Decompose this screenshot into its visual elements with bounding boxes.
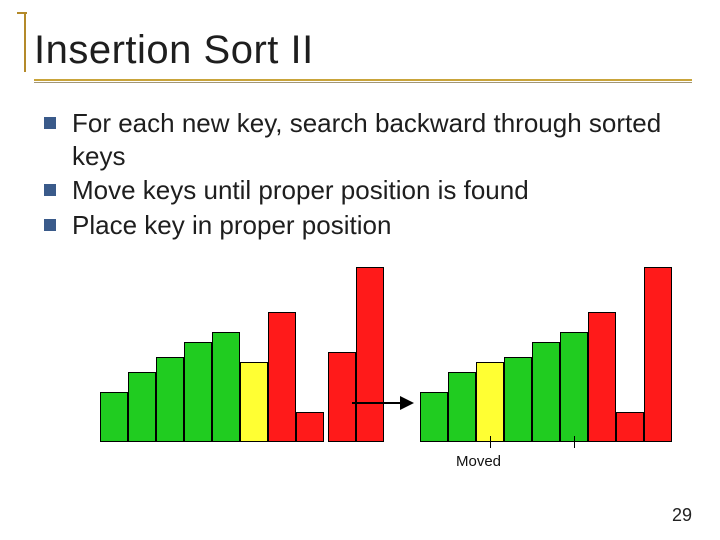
page-title: Insertion Sort II — [34, 28, 692, 73]
bar — [100, 392, 128, 442]
bar — [616, 412, 644, 442]
bar — [504, 357, 532, 442]
bullet-item: Place key in proper position — [44, 209, 692, 242]
moved-tick — [574, 436, 575, 448]
title-rule-shadow — [34, 82, 692, 83]
title-rule — [34, 79, 692, 81]
bar — [156, 357, 184, 442]
bullet-item: Move keys until proper position is found — [44, 174, 692, 207]
bullet-text: For each new key, search backward throug… — [72, 107, 692, 172]
bar — [448, 372, 476, 442]
bar — [356, 267, 384, 442]
bar — [532, 342, 560, 442]
bar — [476, 362, 504, 442]
bar — [240, 362, 268, 442]
page-number: 29 — [672, 505, 692, 526]
arrow-icon — [352, 393, 414, 413]
bullet-icon — [44, 184, 56, 196]
bar — [212, 332, 240, 442]
bullet-icon — [44, 117, 56, 129]
bar — [296, 412, 324, 442]
bullet-item: For each new key, search backward throug… — [44, 107, 692, 172]
bar — [644, 267, 672, 442]
title-area: Insertion Sort II — [28, 14, 692, 83]
bar — [268, 312, 296, 442]
bullet-list: For each new key, search backward throug… — [44, 107, 692, 241]
bar — [588, 312, 616, 442]
moved-tick — [490, 436, 491, 448]
bar — [560, 332, 588, 442]
moved-label: Moved — [456, 453, 501, 470]
bar — [420, 392, 448, 442]
chart-before — [100, 267, 350, 442]
slide: Insertion Sort II For each new key, sear… — [0, 0, 720, 540]
bullet-text: Move keys until proper position is found — [72, 174, 692, 207]
bar — [128, 372, 156, 442]
charts-area: Moved — [0, 258, 720, 468]
bullet-icon — [44, 219, 56, 231]
chart-after — [420, 267, 670, 442]
bar — [184, 342, 212, 442]
title-ornament — [14, 14, 32, 72]
bullet-text: Place key in proper position — [72, 209, 692, 242]
